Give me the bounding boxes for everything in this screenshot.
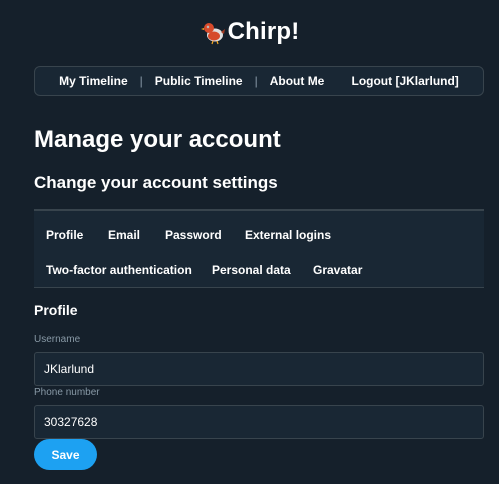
bird-icon: [200, 19, 226, 45]
tab-external-logins[interactable]: External logins: [245, 228, 331, 242]
site-brand: Chirp!: [0, 18, 499, 52]
nav-separator: |: [139, 74, 143, 88]
username-field[interactable]: [34, 352, 484, 386]
account-tabs: Profile Email Password External logins T…: [34, 211, 484, 288]
main-navbar: My Timeline | Public Timeline | About Me…: [34, 66, 484, 96]
tab-gravatar[interactable]: Gravatar: [313, 263, 362, 277]
nav-my-timeline[interactable]: My Timeline: [55, 74, 131, 88]
tab-profile[interactable]: Profile: [46, 228, 83, 242]
phone-number-field[interactable]: [34, 405, 484, 439]
tab-password[interactable]: Password: [165, 228, 222, 242]
tab-two-factor[interactable]: Two-factor authentication: [46, 263, 192, 277]
username-label: Username: [34, 334, 81, 345]
save-button[interactable]: Save: [34, 439, 97, 470]
tab-email[interactable]: Email: [108, 228, 140, 242]
profile-section-title: Profile: [34, 302, 78, 318]
page-title: Manage your account: [34, 126, 281, 153]
page-subtitle: Change your account settings: [34, 173, 278, 192]
brand-title: Chirp!: [227, 18, 300, 45]
nav-logout[interactable]: Logout [JKlarlund]: [347, 74, 462, 88]
nav-public-timeline[interactable]: Public Timeline: [151, 74, 247, 88]
nav-about-me[interactable]: About Me: [266, 74, 329, 88]
tab-personal-data[interactable]: Personal data: [212, 263, 291, 277]
nav-separator: |: [254, 74, 258, 88]
brand-link[interactable]: Chirp!: [200, 18, 300, 46]
phone-label: Phone number: [34, 387, 100, 398]
